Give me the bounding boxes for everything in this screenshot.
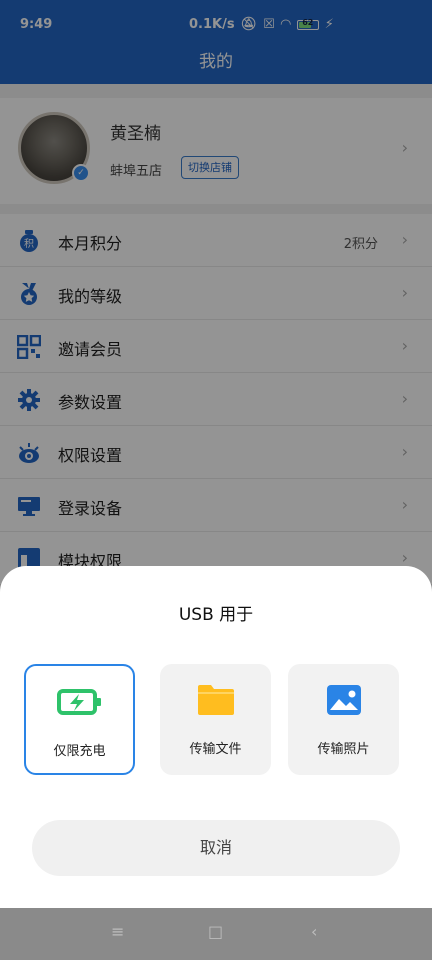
usb-mode-sheet: USB 用于 仅限充电 传输文件 传输照片 取消	[0, 566, 432, 908]
option-label: 仅限充电	[53, 744, 106, 759]
option-label: 传输照片	[317, 742, 370, 757]
option-charge-only[interactable]: 仅限充电	[24, 664, 135, 775]
folder-icon	[197, 685, 234, 715]
option-transfer-files[interactable]: 传输文件	[160, 664, 271, 775]
menu-nav-icon[interactable]: ≡	[111, 922, 124, 941]
sheet-title: USB 用于	[178, 605, 254, 625]
home-nav-icon[interactable]: □	[208, 922, 223, 941]
screen: 9:49 0.1K/s 🔕︎ ☒ ◠ 62 ⚡︎ 我的 ✓ 黄圣楠 蚌埠五店 切…	[0, 0, 432, 960]
option-transfer-photos[interactable]: 传输照片	[288, 664, 399, 775]
battery-charge-icon	[56, 689, 101, 715]
cancel-button[interactable]: 取消	[32, 820, 400, 876]
image-icon	[326, 685, 361, 715]
back-nav-icon[interactable]: ‹	[311, 922, 317, 941]
option-label: 传输文件	[189, 742, 242, 757]
system-nav-bar: ≡ □ ‹	[0, 908, 432, 960]
